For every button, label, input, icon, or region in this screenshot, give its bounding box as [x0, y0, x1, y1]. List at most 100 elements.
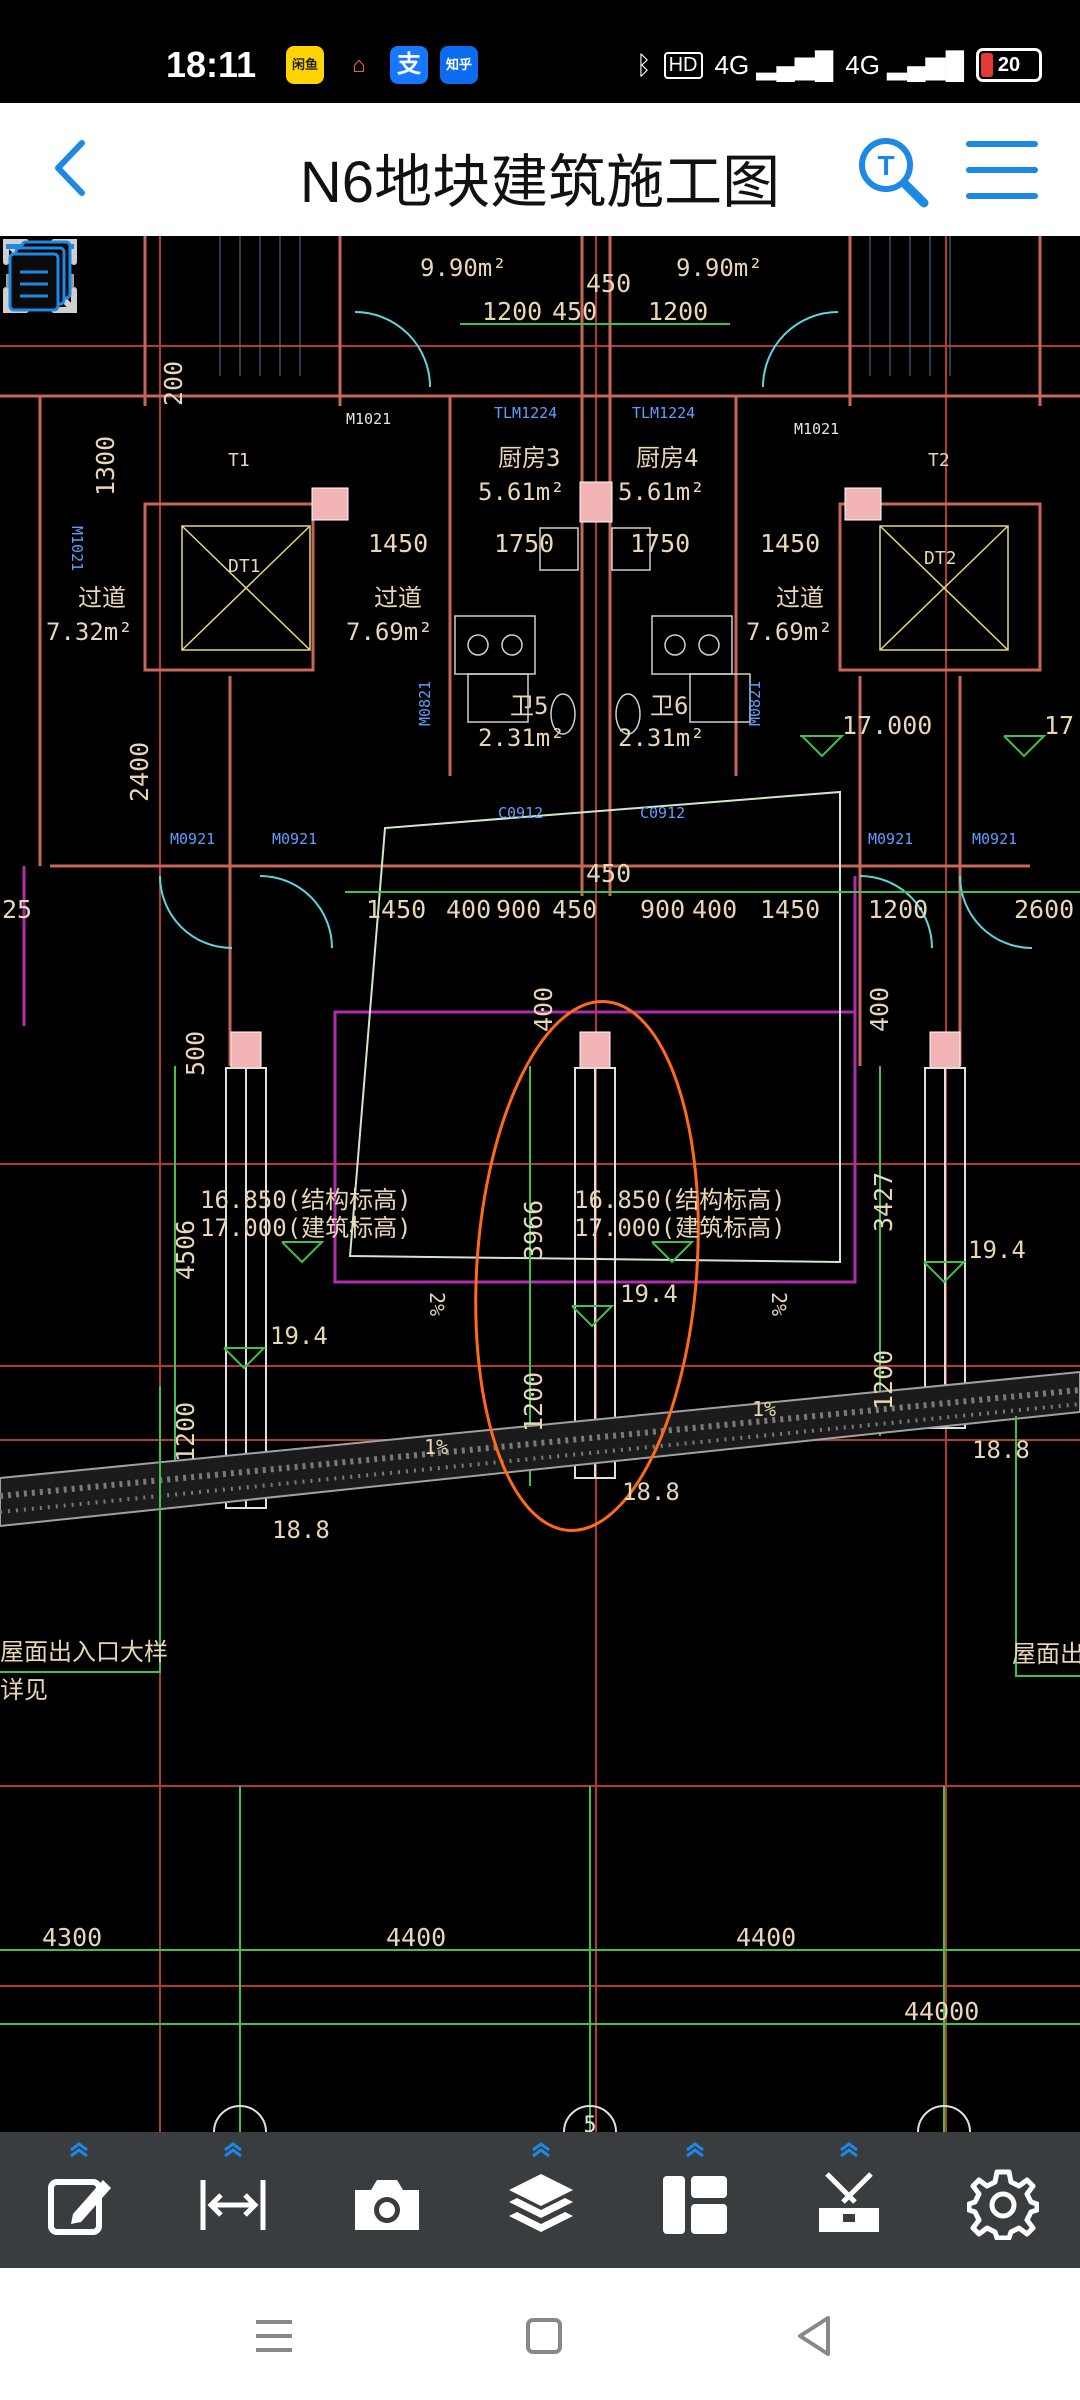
- door-m1021-right: M1021: [794, 420, 839, 438]
- room-area-keting-right: 9.90m²: [676, 254, 763, 282]
- elev-18-8-left: 18.8: [272, 1516, 330, 1544]
- measure-icon[interactable]: [197, 2168, 269, 2240]
- expand-up-icon[interactable]: [529, 2142, 553, 2158]
- dim-1300: 1300: [91, 436, 120, 496]
- room-name-wei5: 卫5: [510, 692, 548, 720]
- expand-up-icon[interactable]: [67, 2142, 91, 2158]
- slope-2pct-v2: 2%: [767, 1292, 791, 1316]
- home-app-icon: ⌂: [340, 46, 378, 84]
- room-area-wei6: 2.31m²: [618, 724, 705, 752]
- vdim-1200-a: 1200: [171, 1402, 200, 1462]
- vdim-1200-c: 1200: [869, 1350, 898, 1410]
- axis-lines: [0, 236, 1080, 2132]
- bottom-toolbar: [0, 2132, 1080, 2268]
- dim-200: 200: [159, 361, 188, 406]
- row-dim-400-a: 400: [446, 895, 491, 924]
- layers-icon[interactable]: [505, 2168, 577, 2240]
- vdim-500: 500: [181, 1031, 210, 1076]
- tools-tool[interactable]: [784, 2132, 914, 2268]
- label-t1: T1: [228, 450, 250, 471]
- door-tlm1224-right: TLM1224: [632, 404, 695, 422]
- app-header: N6地块建筑施工图 T: [0, 103, 1080, 236]
- measure-tool[interactable]: [168, 2132, 298, 2268]
- status-time: 18:11: [166, 44, 257, 85]
- dimension-texts: 450 1200 450 1200 1450 1750 1750 1450 45…: [2, 269, 1080, 2026]
- dim-1750-a: 1750: [494, 529, 554, 558]
- door-m0921-3: M0921: [868, 830, 913, 848]
- dim-450-b: 450: [552, 297, 597, 326]
- slope-1pct-b: 1%: [752, 1397, 776, 1421]
- dim-1450-a: 1450: [368, 529, 428, 558]
- back-button-icon[interactable]: [786, 2308, 842, 2364]
- note-roof-exit-right: 屋面出入: [1012, 1640, 1080, 1668]
- vdim-3427: 3427: [869, 1172, 898, 1232]
- room-area-guodao-right: 7.69m²: [746, 618, 833, 646]
- fixtures: [454, 527, 751, 735]
- room-name-chufang4: 厨房4: [636, 444, 698, 472]
- label-t2: T2: [928, 450, 950, 471]
- slope-2pct-v1: 2%: [425, 1292, 449, 1316]
- expand-up-icon[interactable]: [837, 2142, 861, 2158]
- settings-tool[interactable]: [938, 2132, 1068, 2268]
- elev-17000-a: 17.000: [842, 711, 932, 740]
- annotate-tool[interactable]: [14, 2132, 144, 2268]
- status-indicators: ᛒ HD 4G ▂▄▆█ 4G ▂▄▆█ 20: [636, 48, 1042, 82]
- elev-17-b: 17.: [1044, 711, 1080, 740]
- text-search-icon[interactable]: T: [852, 131, 932, 211]
- room-area-chufang3: 5.61m²: [478, 478, 565, 506]
- toolbox-icon[interactable]: [813, 2168, 885, 2240]
- layers-tool[interactable]: [476, 2132, 606, 2268]
- elev-18-8-right: 18.8: [972, 1436, 1030, 1464]
- elevation-markers: [223, 735, 1047, 1370]
- camera-tool[interactable]: [322, 2132, 452, 2268]
- gear-icon[interactable]: [967, 2168, 1039, 2240]
- elev-19-4-mid: 19.4: [620, 1280, 678, 1308]
- recent-apps-icon[interactable]: [246, 2308, 302, 2364]
- room-area-wei5: 2.31m²: [478, 724, 565, 752]
- layout-tool[interactable]: [630, 2132, 760, 2268]
- row-dim-1450-a: 1450: [366, 895, 426, 924]
- expand-up-icon[interactable]: [683, 2142, 707, 2158]
- camera-icon[interactable]: [351, 2168, 423, 2240]
- layout-switch-icon[interactable]: [0, 236, 80, 316]
- row-dim-900-b: 900: [640, 895, 685, 924]
- zhihu-app-icon: 知乎: [440, 46, 478, 84]
- door-m1021-left: M1021: [346, 410, 391, 428]
- hd-icon: HD: [663, 51, 703, 79]
- room-name-chufang3: 厨房3: [498, 444, 560, 472]
- dim-1200-a: 1200: [482, 297, 542, 326]
- vdim-4506: 4506: [171, 1220, 200, 1280]
- bluetooth-icon: ᛒ: [636, 49, 652, 80]
- menu-icon[interactable]: [964, 137, 1040, 203]
- window-c0912-right: C0912: [640, 804, 685, 822]
- note-see-detail: 详见: [0, 1676, 48, 1704]
- door-m0821-left: M0821: [416, 681, 434, 726]
- door-tlm1224-left: TLM1224: [494, 404, 557, 422]
- elev-19-4-left: 19.4: [270, 1322, 328, 1350]
- struct-elev-mid: 16.850(结构标高): [574, 1186, 786, 1214]
- dim-2400: 2400: [125, 742, 154, 802]
- signal-icon-2: 4G ▂▄▆█: [845, 49, 964, 80]
- expand-up-icon[interactable]: [221, 2142, 245, 2158]
- door-m0921-4: M0921: [972, 830, 1017, 848]
- vdim-400-a: 400: [529, 987, 558, 1032]
- edit-icon[interactable]: [43, 2168, 115, 2240]
- door-tags: M1021 M1021: [346, 410, 839, 438]
- dim-1450-b: 1450: [760, 529, 820, 558]
- room-name-wei6: 卫6: [650, 692, 688, 720]
- dim-450-mid: 450: [586, 859, 631, 888]
- system-nav-bar: [0, 2268, 1080, 2400]
- arch-elev-mid: 17.000(建筑标高): [574, 1214, 786, 1242]
- home-button-icon[interactable]: [516, 2308, 572, 2364]
- label-dt1: DT1: [228, 556, 261, 577]
- layout-icon[interactable]: [659, 2168, 731, 2240]
- cad-drawing-canvas[interactable]: 9.90m² 9.90m² 厨房3 5.61m² 厨房4 5.61m² 过道 7…: [0, 236, 1080, 2132]
- slope-1pct-a: 1%: [424, 1435, 448, 1459]
- room-area-guodao-left: 7.32m²: [46, 618, 133, 646]
- row-dim-400-b: 400: [692, 895, 737, 924]
- vdim-1200-b: 1200: [519, 1372, 548, 1432]
- dim-1750-b: 1750: [630, 529, 690, 558]
- status-bar: 18:11 闲鱼 ⌂ 支 知乎 ᛒ HD 4G ▂▄▆█ 4G ▂▄▆█ 20: [0, 0, 1080, 103]
- cad-drawing[interactable]: 9.90m² 9.90m² 厨房3 5.61m² 厨房4 5.61m² 过道 7…: [0, 236, 1080, 2132]
- row-dim-1200: 1200: [868, 895, 928, 924]
